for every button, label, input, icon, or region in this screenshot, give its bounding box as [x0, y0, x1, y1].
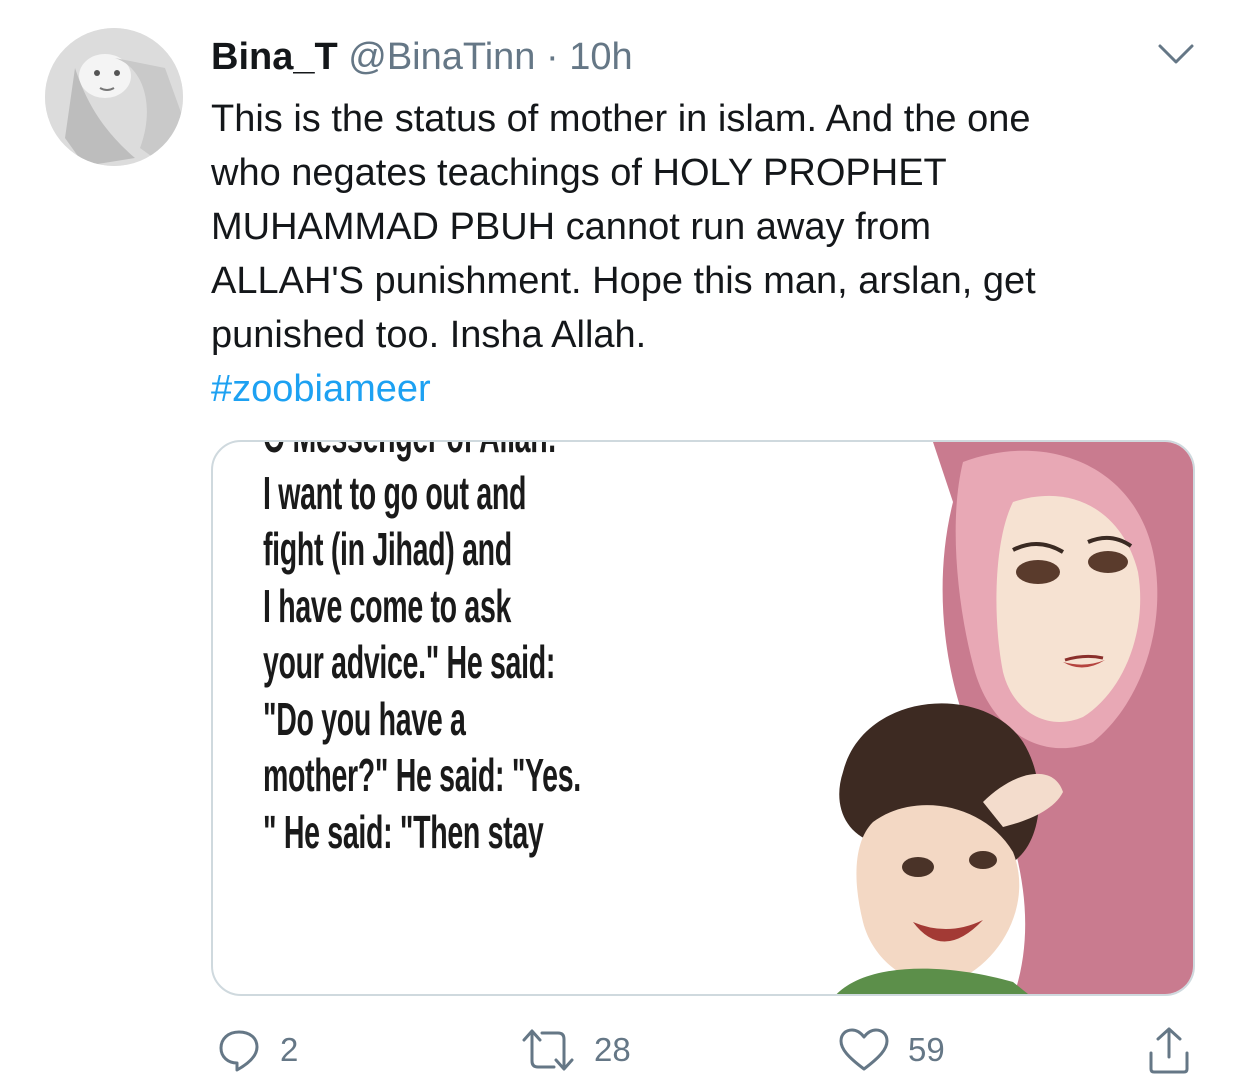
retweet-button[interactable]: 28: [520, 1020, 631, 1080]
user-handle[interactable]: @BinaTinn: [348, 36, 535, 78]
mother-child-illustration: [836, 442, 1193, 994]
reply-icon: [219, 1030, 259, 1072]
share-icon: [1149, 1027, 1189, 1074]
heart-icon: [839, 1028, 889, 1071]
chevron-down-icon[interactable]: [1156, 40, 1196, 70]
tweet-text-line: This is the status of mother in islam. A…: [211, 98, 1031, 140]
avatar[interactable]: [45, 28, 183, 166]
separator: ·: [545, 36, 559, 78]
tweet-text: This is the status of mother in islam. A…: [211, 92, 1211, 416]
quote-line: fight (in Jihad) and: [263, 523, 512, 575]
quote-line: mother?" He said: "Yes.: [263, 749, 581, 801]
tweet-media-image[interactable]: O Messenger of Allah: I want to go out a…: [211, 440, 1195, 996]
hashtag-link[interactable]: #zoobiameer: [211, 362, 1211, 416]
tweet-actions: 2 28 59: [0, 1020, 1241, 1080]
reply-count: 2: [280, 1031, 299, 1068]
retweet-icon: [522, 1029, 574, 1071]
quote-line: " He said: "Then stay: [263, 805, 544, 858]
tweet-text-line: punished too. Insha Allah.: [211, 314, 647, 356]
tweet-text-line: who negates teachings of HOLY PROPHET: [211, 152, 947, 194]
timestamp[interactable]: 10h: [569, 36, 632, 78]
reply-button[interactable]: 2: [216, 1020, 298, 1080]
tweet-text-line: ALLAH'S punishment. Hope this man, arsla…: [211, 260, 1036, 302]
retweet-count: 28: [594, 1031, 631, 1068]
display-name[interactable]: Bina_T: [211, 36, 338, 78]
quote-line: "Do you have a: [263, 692, 466, 745]
quote-line: I want to go out and: [263, 466, 527, 519]
tweet-text-line: MUHAMMAD PBUH cannot run away from: [211, 206, 932, 248]
quote-text: O Messenger of Allah: I want to go out a…: [263, 442, 581, 860]
share-button[interactable]: [1146, 1020, 1192, 1080]
like-button[interactable]: 59: [838, 1020, 945, 1080]
quote-line: your advice." He said:: [263, 636, 556, 688]
tweet-header: Bina_T @BinaTinn · 10h: [211, 34, 633, 80]
quote-line: O Messenger of Allah:: [263, 442, 581, 465]
like-count: 59: [908, 1031, 945, 1068]
avatar-image: [45, 28, 183, 166]
quote-line: I have come to ask: [263, 579, 512, 632]
